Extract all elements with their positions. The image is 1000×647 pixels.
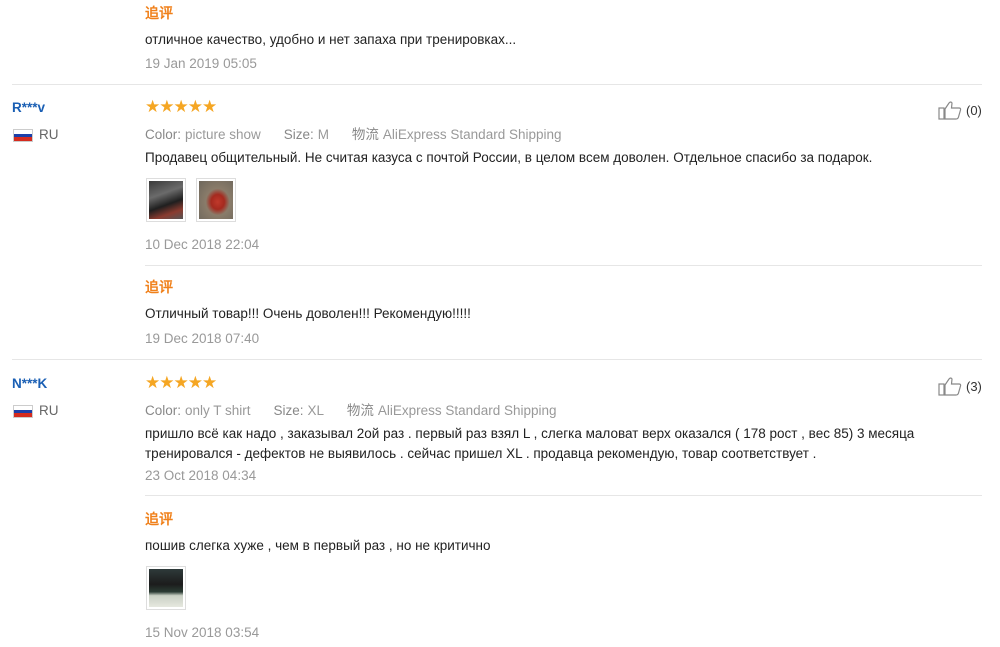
review-sku-info: Color: only T shirt Size: XL 物流 AliExpress … [145, 399, 561, 420]
thumbs-up-icon [938, 101, 962, 120]
logistics-label: 物流 [346, 403, 374, 418]
color-label: Color: [145, 403, 182, 418]
reviewer-name[interactable]: N***K [12, 376, 47, 391]
additional-feedback-label: 追评 [145, 279, 173, 295]
logistics-value: AliExpress Standard Shipping [377, 403, 557, 418]
review-photo-thumbnail[interactable] [196, 178, 236, 222]
additional-feedback-date: 15 Nov 2018 03:54 [145, 625, 260, 640]
size-label: Size: [273, 403, 304, 418]
color-label: Color: [145, 127, 182, 142]
logistics-value: AliExpress Standard Shipping [382, 127, 562, 142]
star-rating: ★★★★★ [145, 97, 217, 116]
size-value: M [317, 127, 329, 142]
reviewer-country: RU [39, 127, 59, 142]
helpful-count: (3) [966, 378, 982, 394]
size-label: Size: [283, 127, 314, 142]
additional-feedback-date: 19 Jan 2019 05:05 [145, 56, 257, 71]
additional-feedback-label: 追评 [145, 5, 173, 21]
review-text: пришло всё как надо , заказывал 2ой раз … [145, 426, 915, 461]
russia-flag-icon [13, 405, 33, 418]
size-value: XL [307, 403, 324, 418]
additional-feedback-date: 19 Dec 2018 07:40 [145, 331, 260, 346]
review-sku-info: Color: picture show Size: M 物流 AliExpress S… [145, 123, 566, 144]
color-value: only T shirt [185, 403, 251, 418]
reviewer-name[interactable]: R***v [12, 100, 45, 115]
additional-feedback-text: Отличный товар!!! Очень доволен!!! Реком… [145, 306, 471, 321]
logistics-label: 物流 [351, 127, 379, 142]
helpful-button[interactable]: (0) [938, 100, 982, 120]
helpful-button[interactable]: (3) [938, 376, 982, 396]
followup-divider [145, 495, 982, 496]
reviewer-country: RU [39, 403, 59, 418]
thumbs-up-icon [938, 377, 962, 396]
star-rating: ★★★★★ [145, 373, 217, 392]
followup-divider [145, 265, 982, 266]
additional-feedback-text: отличное качество, удобно и нет запаха п… [145, 32, 517, 47]
russia-flag-icon [13, 129, 33, 142]
additional-feedback-label: 追评 [145, 511, 173, 527]
review-date: 10 Dec 2018 22:04 [145, 237, 260, 252]
review-photo-thumbnail[interactable] [146, 566, 186, 610]
review-text: Продавец общительный. Не считая казуса с… [145, 150, 873, 165]
review-divider [12, 84, 982, 85]
additional-feedback-text: пошив слегка хуже , чем в первый раз , н… [145, 538, 491, 553]
color-value: picture show [185, 127, 261, 142]
review-date: 23 Oct 2018 04:34 [145, 468, 257, 483]
helpful-count: (0) [966, 102, 982, 118]
review-photo-thumbnail[interactable] [146, 178, 186, 222]
review-divider [12, 359, 982, 360]
